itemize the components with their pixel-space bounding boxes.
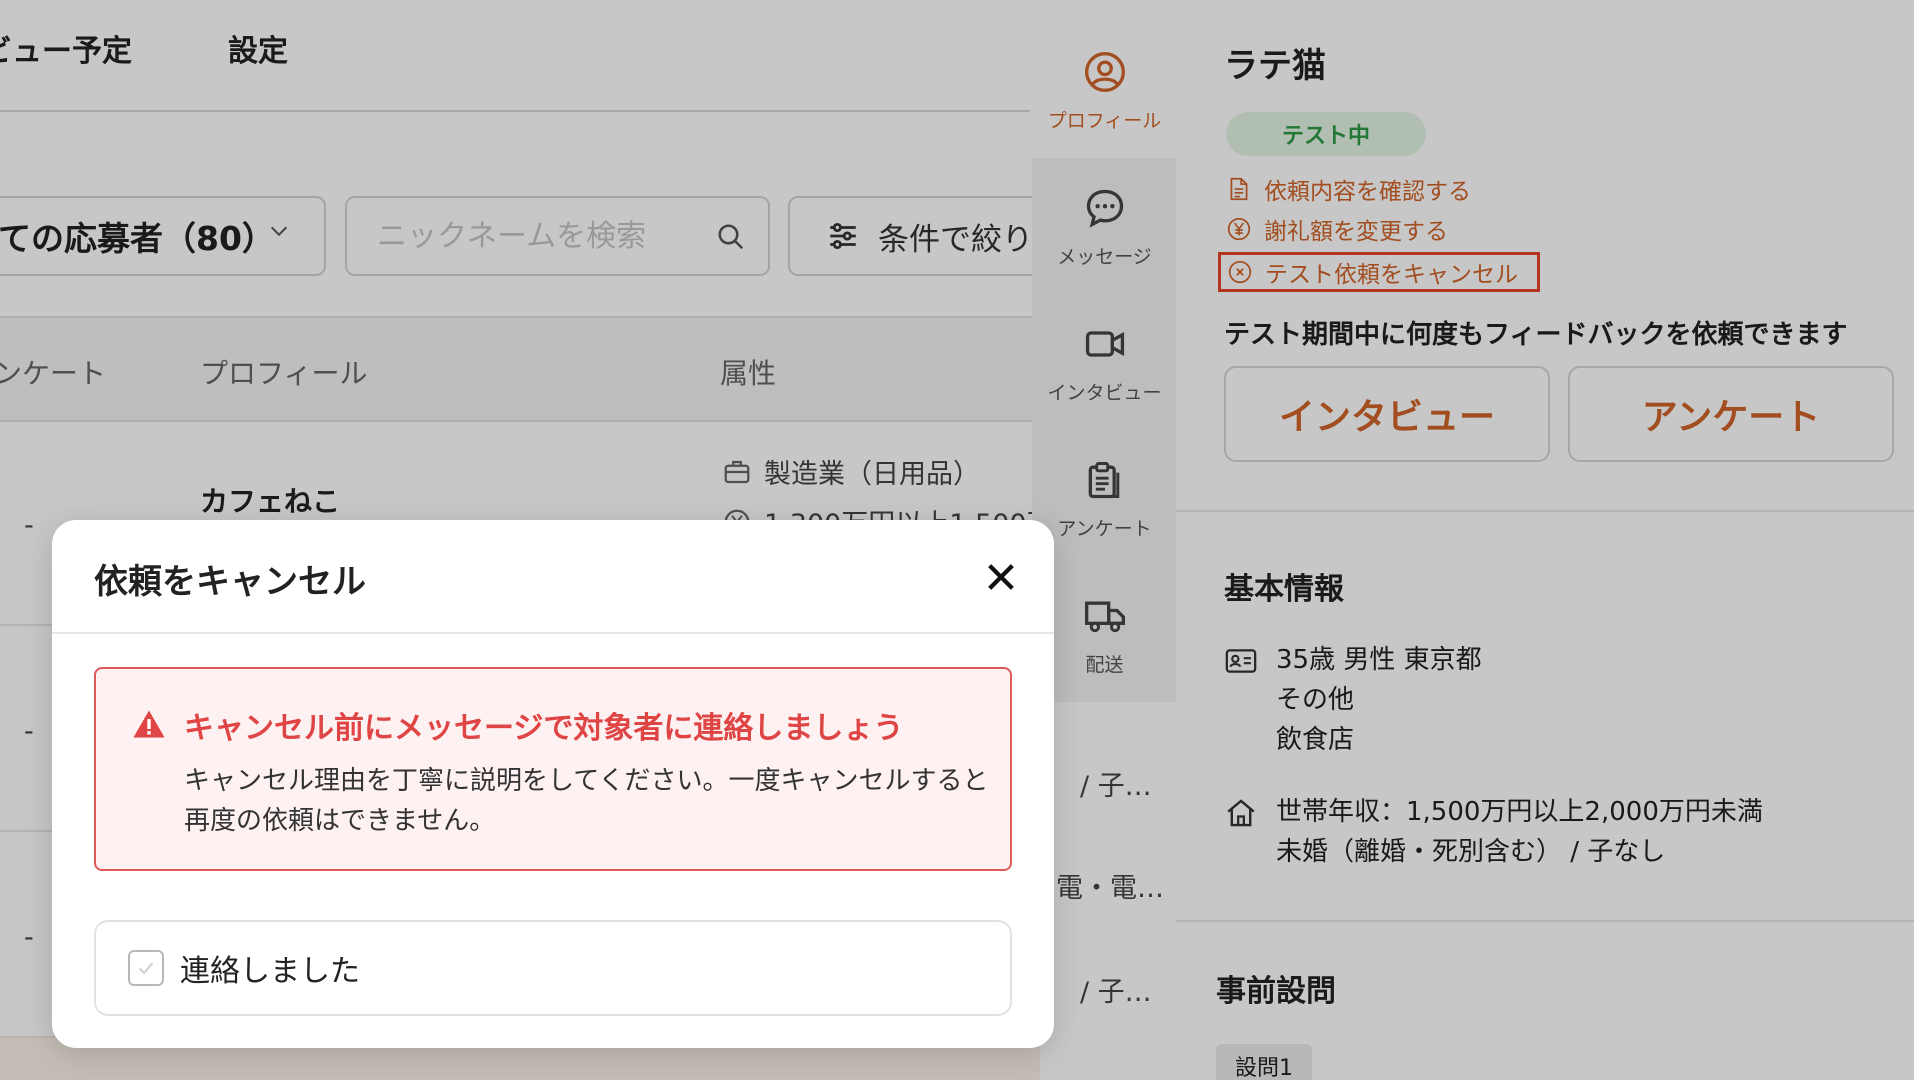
contacted-confirm-row[interactable]: 連絡しました	[94, 920, 1012, 1016]
warning-body: キャンセル理由を丁寧に説明をしてください。一度キャンセルすると再度の依頼はできま…	[184, 766, 989, 836]
warning-box: キャンセル前にメッセージで対象者に連絡しましょう キャンセル理由を丁寧に説明をし…	[94, 667, 1012, 871]
contacted-checkbox[interactable]	[128, 950, 164, 986]
close-icon[interactable]	[984, 560, 1018, 594]
check-icon	[138, 962, 154, 975]
warning-triangle-icon	[133, 710, 165, 738]
modal-divider	[52, 632, 1054, 634]
warning-title: キャンセル前にメッセージで対象者に連絡しましょう	[184, 711, 904, 746]
contacted-label: 連絡しました	[180, 954, 360, 989]
modal-title: 依頼をキャンセル	[94, 562, 366, 602]
cancel-request-modal: 依頼をキャンセル キャンセル前にメッセージで対象者に連絡しましょう キャンセル理…	[52, 520, 1054, 1048]
